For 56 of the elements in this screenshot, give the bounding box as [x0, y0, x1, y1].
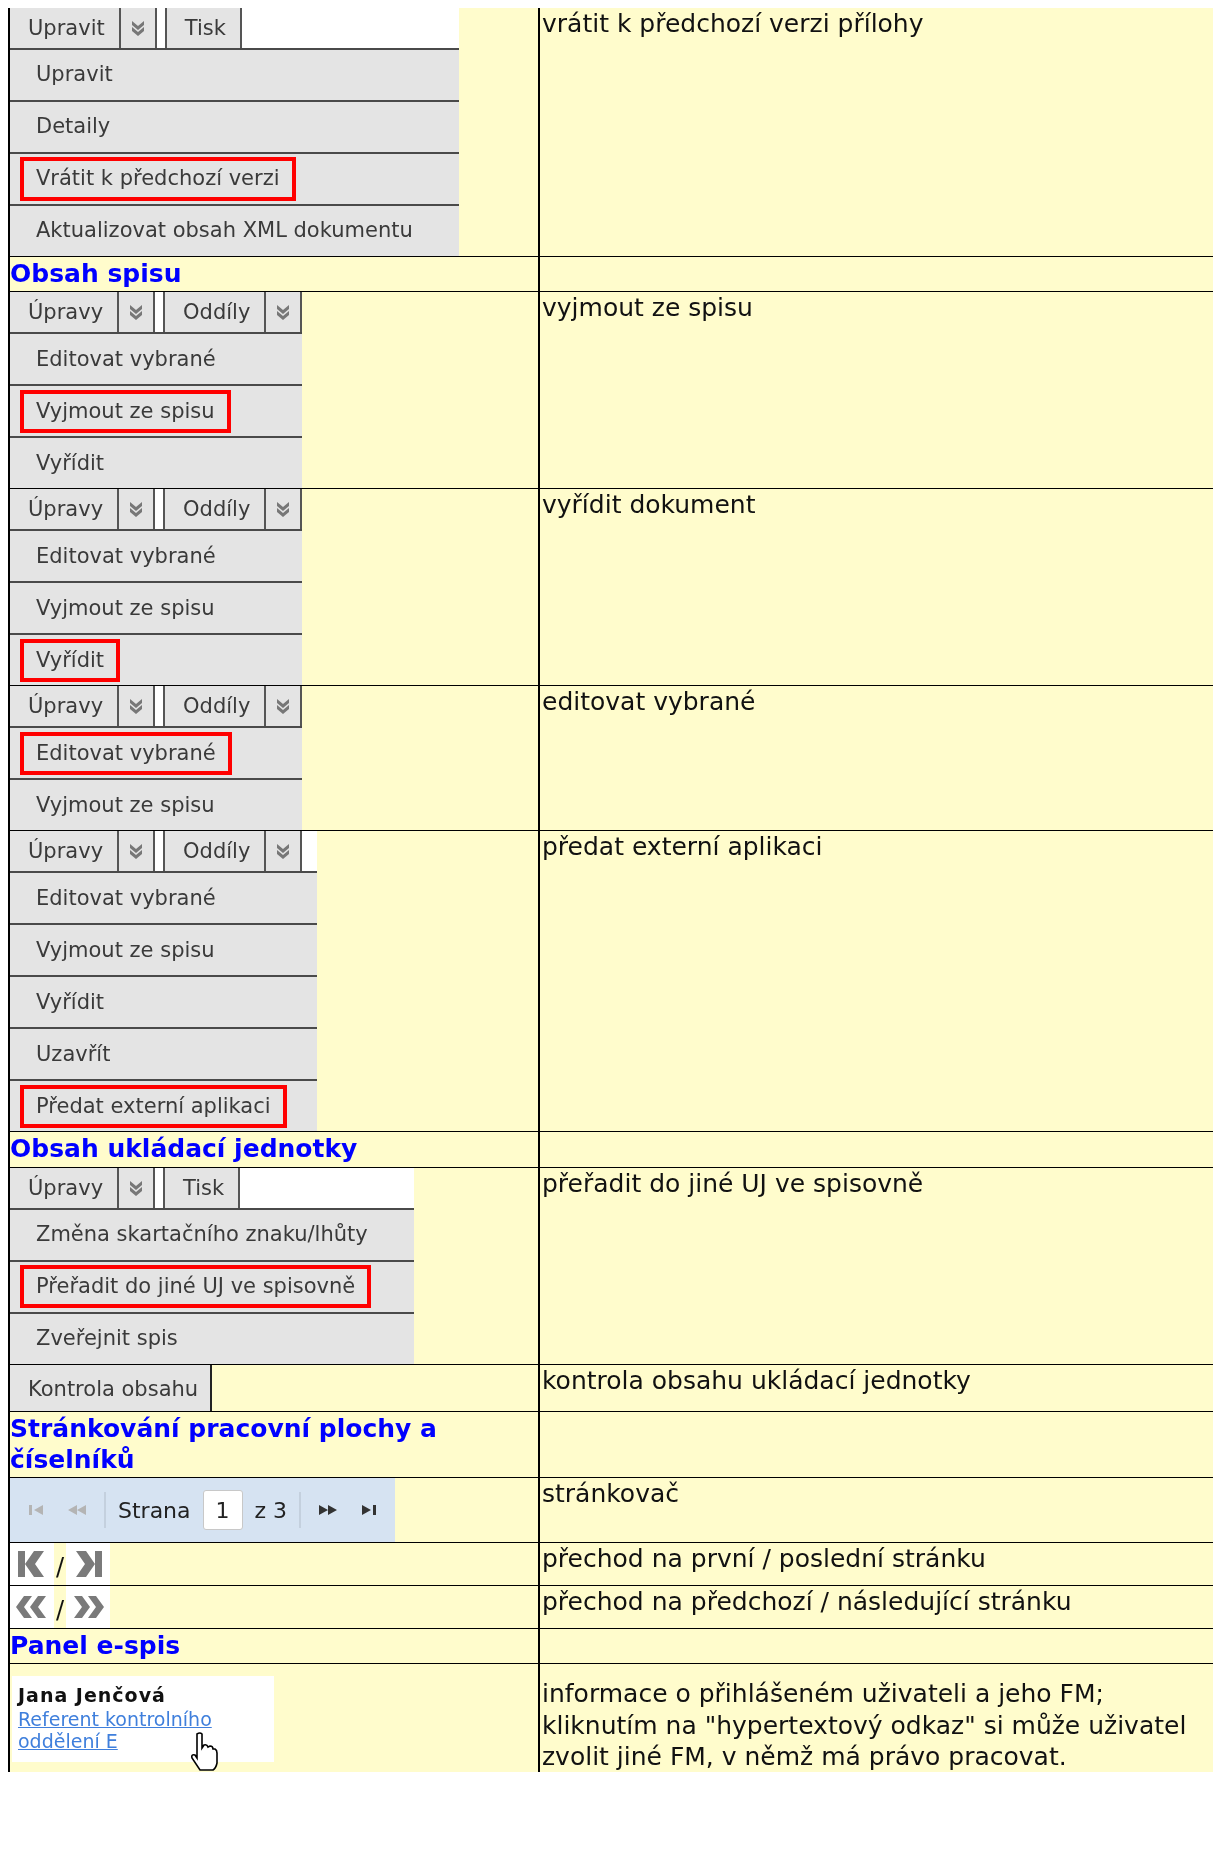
description-text: přechod na předchozí / následující stránku — [542, 1586, 1072, 1618]
description-text: stránkovač — [542, 1478, 679, 1510]
skip-last-icon — [359, 1503, 378, 1517]
double-chevron-down-icon — [129, 500, 144, 519]
menu-item[interactable]: Upravit — [20, 53, 129, 97]
double-chevron-down-icon — [129, 1178, 144, 1197]
double-left-arrow-icon — [66, 1503, 88, 1517]
double-chevron-down-icon — [276, 303, 291, 322]
menu-item[interactable]: Zveřejnit spis — [20, 1316, 194, 1361]
double-chevron-down-icon — [276, 500, 291, 519]
description-text: vyjmout ze spisu — [542, 292, 753, 324]
skip-first-icon — [28, 1503, 46, 1517]
menu-item[interactable]: Přeřadit do jiné UJ ve spisovně — [20, 1264, 372, 1309]
page-label: Strana — [118, 1497, 191, 1523]
menu-item[interactable]: Předat externí aplikaci — [20, 1084, 287, 1128]
menu-item[interactable]: Editovat vybrané — [20, 731, 232, 775]
double-chevron-down-icon — [276, 842, 291, 861]
menu-item[interactable]: Změna skartačního znaku/lhůty — [20, 1212, 384, 1257]
slash-separator: / — [56, 1595, 65, 1624]
menu-item[interactable]: Detaily — [20, 105, 127, 149]
menu-item[interactable]: Vyřídit — [20, 441, 121, 485]
section-heading: Obsah ukládací jednotky — [10, 1133, 359, 1166]
slash-separator: / — [56, 1552, 65, 1581]
menu-item[interactable]: Editovat vybrané — [20, 337, 232, 381]
description-text: informace o přihlášeném uživateli a jeho FM; kliknutím na "hypertextový odkaz" si může uživatel zvolit jiné FM, v němž má právo pracovat. — [542, 1678, 1188, 1772]
description-text: kontrola obsahu ukládací jednotky — [542, 1364, 971, 1396]
role-link[interactable]: Referent kontrolního oddělení E — [18, 1708, 268, 1753]
description-text: předat externí aplikaci — [542, 831, 823, 863]
double-chevron-down-icon — [129, 697, 144, 716]
description-text: přeřadit do jiné UJ ve spisovně — [542, 1167, 924, 1199]
double-chevron-down-icon — [276, 697, 291, 716]
description-text: editovat vybrané — [542, 686, 756, 718]
menu-item[interactable]: Vyjmout ze spisu — [20, 783, 231, 827]
menu-item[interactable]: Vyjmout ze spisu — [20, 389, 231, 433]
menu-item[interactable]: Vyřídit — [20, 980, 121, 1024]
menu-item[interactable]: Editovat vybrané — [20, 876, 232, 920]
menu-item[interactable]: Vyřídit — [20, 638, 121, 682]
description-text: vrátit k předchozí verzi přílohy — [542, 8, 924, 40]
content-check-button[interactable]: Kontrola obsahu — [10, 1364, 213, 1411]
section-heading: Obsah spisu — [10, 258, 183, 290]
menu-item[interactable]: Uzavřít — [20, 1032, 127, 1076]
double-chevron-down-icon — [130, 19, 145, 37]
menu-item[interactable]: Vyjmout ze spisu — [20, 928, 231, 972]
menu-item[interactable]: Vrátit k předchozí verzi — [20, 157, 296, 201]
description-text: přechod na první / poslední stránku — [542, 1543, 986, 1575]
section-heading: Panel e-spis — [10, 1630, 182, 1662]
page-number-field[interactable]: 1 — [202, 1490, 243, 1530]
menu-item[interactable]: Aktualizovat obsah XML dokumentu — [20, 209, 429, 253]
description-text: vyřídit dokument — [542, 489, 756, 521]
menu-item[interactable]: Vyjmout ze spisu — [20, 586, 231, 630]
double-chevron-down-icon — [129, 303, 144, 322]
double-chevron-down-icon — [129, 842, 144, 861]
menu-item[interactable]: Editovat vybrané — [20, 534, 232, 578]
section-heading: Stránkování pracovní plochy a číselníků — [10, 1412, 438, 1476]
page-count: z 3 — [254, 1497, 288, 1523]
user-name: Jana Jenčová — [18, 1684, 166, 1707]
